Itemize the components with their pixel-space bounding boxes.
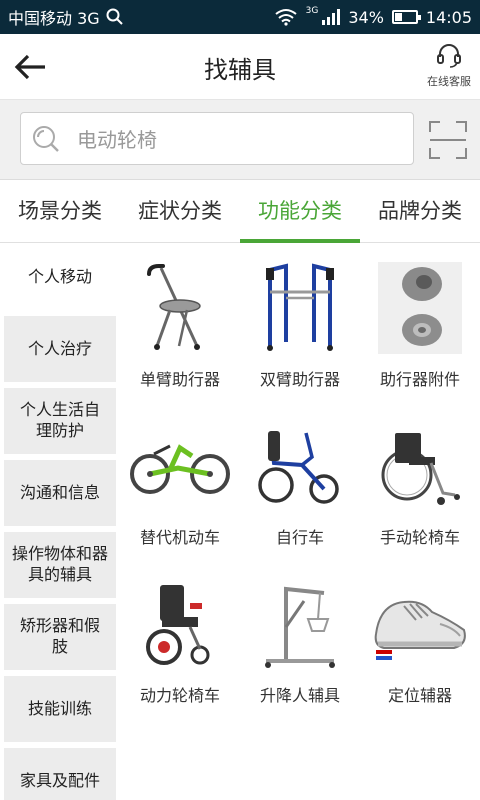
search-input[interactable]: 电动轮椅 xyxy=(20,112,414,165)
category-list: 个人移动 个人治疗 个人生活自理防护 沟通和信息 操作物体和器具的辅具 矫形器和… xyxy=(0,244,120,800)
scan-icon xyxy=(429,121,467,159)
search-icon xyxy=(33,125,59,152)
product-item[interactable]: 助行器附件 xyxy=(360,244,480,402)
patient-lift-icon xyxy=(250,578,350,670)
product-item[interactable]: 动力轮椅车 xyxy=(120,560,240,718)
battery-icon xyxy=(391,10,421,24)
network-type-label: 3G xyxy=(305,6,319,16)
category-item-personal-therapy[interactable]: 个人治疗 xyxy=(4,316,116,384)
handcycle-icon xyxy=(126,420,234,512)
tab-brand[interactable]: 品牌分类 xyxy=(360,180,480,242)
online-service-button[interactable]: 在线客服 xyxy=(424,42,474,89)
product-name: 动力轮椅车 xyxy=(139,686,220,705)
app-header: 找辅具 在线客服 xyxy=(0,34,480,100)
category-tabs: 场景分类 症状分类 功能分类 品牌分类 xyxy=(0,180,480,243)
headset-icon xyxy=(437,44,461,68)
battery-percent: 34% xyxy=(348,7,384,27)
product-item[interactable]: 定位辅器 xyxy=(360,560,480,718)
category-item-furniture[interactable]: 家具及配件 xyxy=(4,748,116,800)
product-item[interactable]: 自行车 xyxy=(240,402,360,560)
tab-scene[interactable]: 场景分类 xyxy=(0,180,120,242)
product-name: 手动轮椅车 xyxy=(379,528,460,547)
product-name: 助行器附件 xyxy=(379,370,460,389)
category-item-object-handling[interactable]: 操作物体和器具的辅具 xyxy=(4,532,116,600)
category-item-communication[interactable]: 沟通和信息 xyxy=(4,460,116,528)
product-item[interactable]: 升降人辅具 xyxy=(240,560,360,718)
category-item-skill-training[interactable]: 技能训练 xyxy=(4,676,116,744)
product-grid: 单臂助行器 双臂助行器 助行器附件 替代机动车 自行车 手动轮椅车 动力轮椅车 … xyxy=(120,244,480,800)
product-name: 自行车 xyxy=(275,528,324,547)
signal-icon xyxy=(322,9,341,25)
product-name: 定位辅器 xyxy=(387,686,452,705)
walker-frame-icon xyxy=(250,262,350,354)
product-name: 替代机动车 xyxy=(139,528,220,547)
scan-button[interactable] xyxy=(428,120,468,160)
product-name: 双臂助行器 xyxy=(259,370,340,389)
status-bar: 中国移动 3G 3G 34% 14:05 xyxy=(0,0,480,34)
cane-seat-icon xyxy=(130,262,230,354)
product-item[interactable]: 双臂助行器 xyxy=(240,244,360,402)
carrier-label: 中国移动 3G xyxy=(8,9,100,28)
product-item[interactable]: 替代机动车 xyxy=(120,402,240,560)
power-wheelchair-icon xyxy=(130,578,230,670)
manual-wheelchair-icon xyxy=(370,420,470,512)
search-placeholder: 电动轮椅 xyxy=(77,128,157,152)
search-status-icon xyxy=(106,8,123,25)
hand-bike-icon xyxy=(250,420,350,512)
product-name: 升降人辅具 xyxy=(259,686,340,705)
page-title: 找辅具 xyxy=(204,56,276,84)
category-item-orthotics[interactable]: 矫形器和假肢 xyxy=(4,604,116,672)
category-item-personal-mobility[interactable]: 个人移动 xyxy=(4,244,116,312)
tab-function[interactable]: 功能分类 xyxy=(240,180,360,243)
clock: 14:05 xyxy=(425,7,472,27)
product-item[interactable]: 手动轮椅车 xyxy=(360,402,480,560)
search-area: 电动轮椅 xyxy=(0,100,480,180)
online-service-label: 在线客服 xyxy=(427,75,471,88)
rubber-tip-icon xyxy=(370,262,470,354)
product-item[interactable]: 单臂助行器 xyxy=(120,244,240,402)
wifi-icon xyxy=(275,9,297,26)
category-item-self-care[interactable]: 个人生活自理防护 xyxy=(4,388,116,456)
tab-symptom[interactable]: 症状分类 xyxy=(120,180,240,242)
shoe-icon xyxy=(366,578,474,670)
product-name: 单臂助行器 xyxy=(139,370,220,389)
